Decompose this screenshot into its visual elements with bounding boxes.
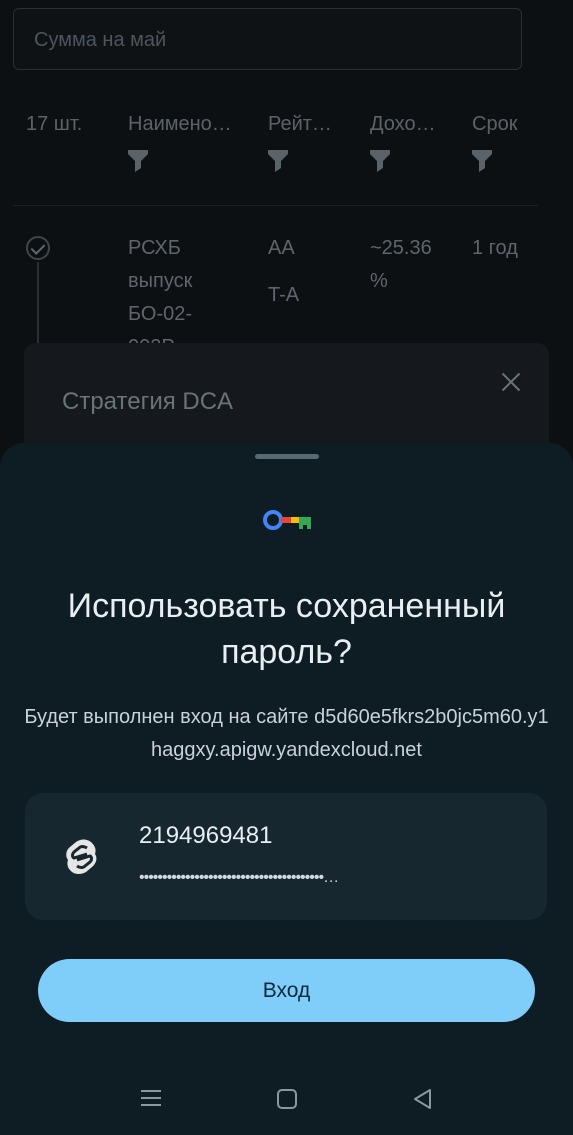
header-count: 17 шт.	[26, 113, 83, 135]
password-bottom-sheet: Использовать сохраненный пароль? Будет в…	[0, 443, 573, 1135]
header-term[interactable]: Срок	[472, 113, 517, 172]
home-icon[interactable]	[275, 1087, 299, 1111]
table-divider	[13, 205, 538, 206]
filter-icon[interactable]	[472, 150, 492, 172]
sheet-subtitle: Будет выполнен вход на сайте d5d60e5fkrs…	[24, 706, 549, 761]
back-icon[interactable]	[411, 1087, 435, 1111]
header-name[interactable]: Наимено…	[128, 113, 232, 172]
credential-username: 2194969481	[139, 822, 273, 849]
filter-icon[interactable]	[370, 150, 390, 172]
row-term: 1 год	[472, 237, 518, 259]
key-icon	[263, 510, 311, 530]
close-icon[interactable]	[501, 372, 521, 392]
row-yield: ~25.36 %	[370, 237, 432, 292]
header-rating[interactable]: Рейт…	[268, 113, 332, 172]
sum-input[interactable]: Сумма на май	[13, 8, 522, 70]
row-connector	[37, 262, 39, 352]
drag-handle[interactable]	[255, 454, 319, 459]
filter-icon[interactable]	[128, 150, 148, 172]
navigation-bar	[0, 1065, 573, 1135]
filter-icon[interactable]	[268, 150, 288, 172]
credential-password: ••••••••••••••••••••••••••••••••••••••••…	[139, 869, 339, 886]
svelte-logo-icon	[66, 839, 97, 875]
screen: Сумма на май 17 шт. Наимено… Рейт… Дохо……	[0, 0, 573, 1135]
menu-icon[interactable]	[139, 1087, 163, 1111]
login-button[interactable]: Вход	[38, 959, 535, 1022]
table-header: 17 шт. Наимено… Рейт… Дохо… Срок	[0, 113, 573, 193]
header-yield[interactable]: Дохо…	[370, 113, 436, 172]
row-checkbox[interactable]	[26, 236, 50, 260]
row-rating: AA T-A	[268, 237, 300, 306]
sheet-title: Использовать сохраненный пароль?	[67, 587, 506, 671]
saved-credential-card[interactable]: 2194969481 •••••••••••••••••••••••••••••…	[25, 793, 547, 920]
dca-title: Стратегия DCA	[62, 388, 234, 415]
